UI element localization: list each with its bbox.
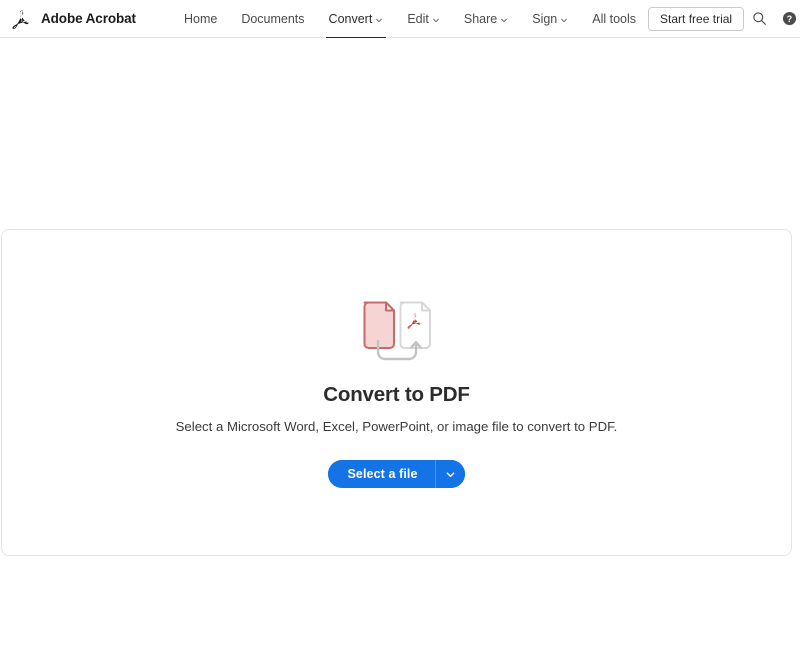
nav-item-label: Edit (407, 11, 429, 26)
nav-item-label: All tools (592, 11, 637, 26)
convert-to-pdf-icon (363, 301, 431, 361)
app-header: Adobe Acrobat Home Documents Convert Edi… (0, 0, 800, 39)
chevron-down-icon (501, 18, 508, 22)
page-body: Convert to PDF Select a Microsoft Word, … (0, 38, 800, 667)
nav-item-home[interactable]: Home (172, 0, 229, 38)
nav-item-label: Sign (532, 11, 558, 26)
nav-item-label: Share (463, 11, 498, 26)
main-nav: Home Documents Convert Edit Share Sign A… (172, 0, 648, 39)
chevron-down-icon (433, 18, 439, 22)
search-button[interactable] (744, 4, 774, 34)
svg-text:?: ? (786, 14, 791, 24)
header-actions: Start free trial ? (648, 4, 800, 34)
help-icon: ? (782, 11, 796, 26)
chevron-down-icon (446, 471, 454, 477)
chevron-down-icon (561, 18, 568, 22)
brand[interactable]: Adobe Acrobat (8, 7, 136, 31)
nav-item-label: Convert (328, 11, 373, 26)
adobe-acrobat-logo-icon (12, 9, 29, 29)
start-free-trial-button[interactable]: Start free trial (648, 6, 745, 31)
select-file-split-button: Select a file (328, 460, 465, 488)
nav-item-all-tools[interactable]: All tools (580, 0, 648, 38)
nav-item-label: Home (183, 11, 218, 26)
page-subtitle: Select a Microsoft Word, Excel, PowerPoi… (175, 419, 618, 434)
page-title: Convert to PDF (323, 383, 470, 406)
chevron-down-icon (376, 18, 383, 22)
select-file-dropdown-button[interactable] (435, 460, 465, 488)
nav-item-label: Documents (241, 11, 305, 26)
nav-item-sign[interactable]: Sign (520, 0, 580, 38)
convert-card: Convert to PDF Select a Microsoft Word, … (1, 229, 792, 556)
nav-item-convert[interactable]: Convert (317, 0, 396, 39)
help-button[interactable]: ? (774, 4, 800, 34)
nav-item-edit[interactable]: Edit (395, 0, 452, 38)
nav-item-documents[interactable]: Documents (229, 0, 316, 38)
brand-name: Adobe Acrobat (41, 11, 136, 26)
search-icon (752, 12, 766, 25)
nav-item-share[interactable]: Share (452, 0, 520, 38)
select-a-file-button[interactable]: Select a file (328, 460, 435, 488)
